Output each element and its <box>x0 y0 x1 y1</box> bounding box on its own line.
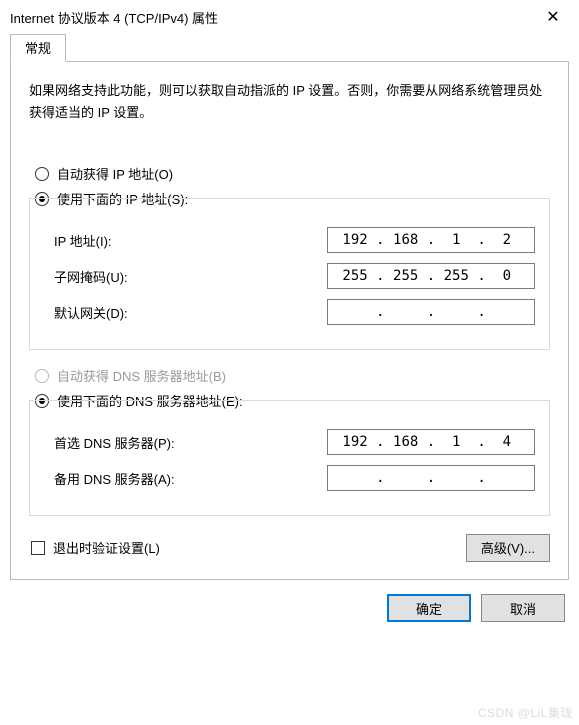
dns-auto-option: 自动获得 DNS 服务器地址(B) <box>29 366 550 385</box>
ip-fieldset: IP 地址(I): 192. 168. 1. 2 子网掩码(U): 255. 2… <box>29 198 550 350</box>
radio-icon <box>35 167 49 181</box>
gateway-input[interactable]: . . . <box>327 299 535 325</box>
tab-general[interactable]: 常规 <box>10 34 66 62</box>
validate-on-exit-label: 退出时验证设置(L) <box>53 538 160 557</box>
ip-octet[interactable]: 192 <box>338 434 372 450</box>
dialog-title: Internet 协议版本 4 (TCP/IPv4) 属性 <box>10 8 218 27</box>
dns-auto-label: 自动获得 DNS 服务器地址(B) <box>57 366 226 385</box>
ip-octet[interactable]: 0 <box>490 268 524 284</box>
radio-icon <box>35 369 49 383</box>
gateway-label: 默认网关(D): <box>44 303 128 322</box>
ip-address-label: IP 地址(I): <box>44 231 112 250</box>
subnet-mask-label: 子网掩码(U): <box>44 267 128 286</box>
tab-bar: 常规 <box>10 34 569 62</box>
alternate-dns-input[interactable]: . . . <box>327 465 535 491</box>
close-icon[interactable]: ✕ <box>531 2 575 32</box>
advanced-button[interactable]: 高级(V)... <box>466 534 550 562</box>
dns-fieldset: 首选 DNS 服务器(P): 192. 168. 1. 4 备用 DNS 服务器… <box>29 400 550 516</box>
preferred-dns-label: 首选 DNS 服务器(P): <box>44 433 175 452</box>
watermark-text: CSDN @LiL集珑 <box>478 704 573 721</box>
ip-octet[interactable]: 192 <box>338 232 372 248</box>
ip-octet[interactable]: 1 <box>439 434 473 450</box>
ip-octet[interactable]: 255 <box>338 268 372 284</box>
ip-auto-label: 自动获得 IP 地址(O) <box>57 164 173 183</box>
ok-button[interactable]: 确定 <box>387 594 471 622</box>
validate-on-exit-checkbox[interactable]: 退出时验证设置(L) <box>29 538 160 557</box>
ip-octet[interactable]: 1 <box>439 232 473 248</box>
preferred-dns-input[interactable]: 192. 168. 1. 4 <box>327 429 535 455</box>
ip-octet[interactable]: 4 <box>490 434 524 450</box>
cancel-button[interactable]: 取消 <box>481 594 565 622</box>
ip-auto-option[interactable]: 自动获得 IP 地址(O) <box>29 164 550 183</box>
description-text: 如果网络支持此功能，则可以获取自动指派的 IP 设置。否则，你需要从网络系统管理… <box>29 80 550 124</box>
ip-address-input[interactable]: 192. 168. 1. 2 <box>327 227 535 253</box>
checkbox-icon <box>31 541 45 555</box>
ip-octet[interactable]: 168 <box>389 232 423 248</box>
ip-octet[interactable]: 168 <box>389 434 423 450</box>
general-panel: 如果网络支持此功能，则可以获取自动指派的 IP 设置。否则，你需要从网络系统管理… <box>10 62 569 580</box>
ip-octet[interactable]: 2 <box>490 232 524 248</box>
alternate-dns-label: 备用 DNS 服务器(A): <box>44 469 175 488</box>
subnet-mask-input[interactable]: 255. 255. 255. 0 <box>327 263 535 289</box>
ip-octet[interactable]: 255 <box>389 268 423 284</box>
ip-octet[interactable]: 255 <box>439 268 473 284</box>
